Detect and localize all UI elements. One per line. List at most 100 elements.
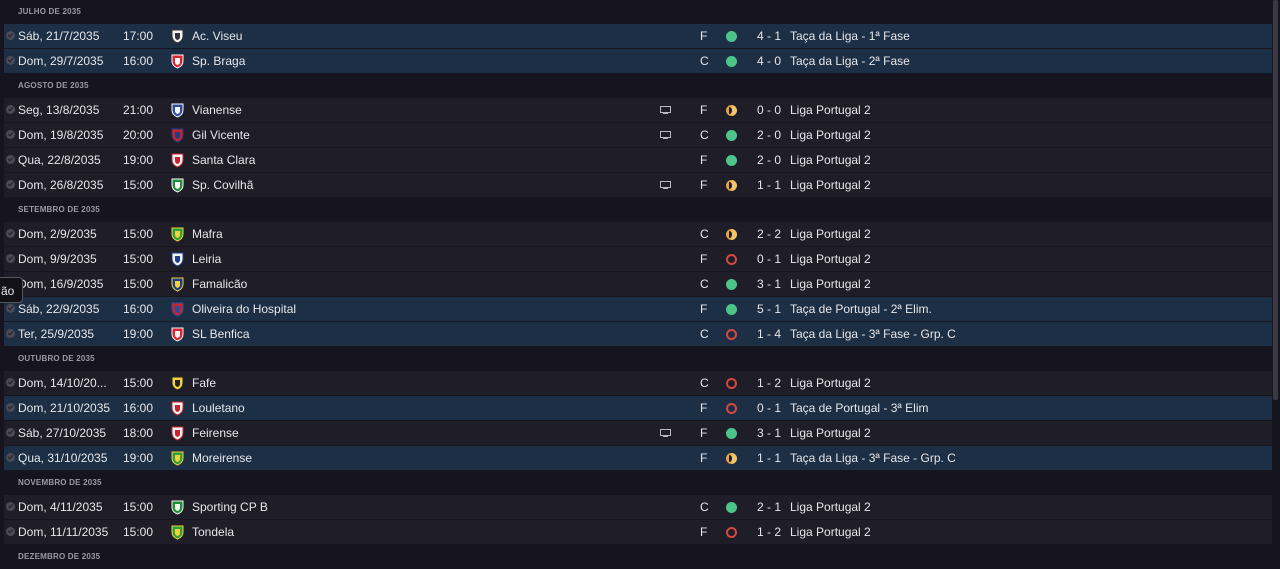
venue: F (700, 426, 708, 440)
leiria-crest (171, 252, 184, 267)
opponent-link[interactable]: SL Benfica (192, 322, 250, 347)
score[interactable]: 1 - 2 (752, 520, 786, 545)
fixture-time: 15:00 (123, 500, 154, 514)
opponent-link[interactable]: Gil Vicente (192, 123, 250, 148)
fixture-row[interactable]: Dom, 11/11/2035 15:00 Tondela F 1 - 2 Li… (4, 520, 1272, 545)
score[interactable]: 2 - 1 (752, 495, 786, 520)
opponent-link[interactable]: Feirense (192, 421, 239, 446)
competition-link[interactable]: Taça da Liga - 1ª Fase (790, 24, 910, 49)
opponent-link[interactable]: Fafe (192, 371, 216, 396)
competition-link[interactable]: Taça da Liga - 3ª Fase - Grp. C (790, 322, 956, 347)
fixture-row[interactable]: Dom, 2/9/2035 15:00 Mafra C 2 - 2 Liga P… (4, 222, 1272, 247)
check-icon (6, 56, 15, 65)
result-loss-icon (726, 378, 737, 389)
result-win-icon (726, 56, 737, 67)
month-header: AGOSTO DE 2035 (0, 74, 1272, 98)
check-icon (6, 130, 15, 139)
tv-icon (660, 429, 671, 437)
competition-link[interactable]: Liga Portugal 2 (790, 371, 871, 396)
fixture-row[interactable]: Sáb, 21/7/2035 17:00 Ac. Viseu F 4 - 1 T… (4, 24, 1272, 49)
opponent-link[interactable]: Ac. Viseu (192, 24, 242, 49)
sp-braga-crest (171, 54, 184, 69)
fixture-row[interactable]: Dom, 21/10/2035 16:00 Louletano F 0 - 1 … (4, 396, 1272, 421)
score[interactable]: 3 - 1 (752, 272, 786, 297)
venue: F (700, 451, 708, 465)
venue: F (700, 252, 708, 266)
venue: F (700, 29, 708, 43)
score[interactable]: 4 - 1 (752, 24, 786, 49)
competition-link[interactable]: Liga Portugal 2 (790, 495, 871, 520)
fixture-row[interactable]: Qua, 31/10/2035 19:00 Moreirense F 1 - 1… (4, 446, 1272, 471)
competition-link[interactable]: Taça de Portugal - 2ª Elim. (790, 297, 932, 322)
opponent-link[interactable]: Leiria (192, 247, 221, 272)
opponent-link[interactable]: Sp. Braga (192, 49, 245, 74)
fixture-row[interactable]: Dom, 29/7/2035 16:00 Sp. Braga C 4 - 0 T… (4, 49, 1272, 74)
opponent-link[interactable]: Moreirense (192, 446, 252, 471)
competition-link[interactable]: Liga Portugal 2 (790, 148, 871, 173)
score[interactable]: 1 - 1 (752, 173, 786, 198)
competition-link[interactable]: Liga Portugal 2 (790, 272, 871, 297)
venue: C (700, 54, 709, 68)
louletano-crest (171, 401, 184, 416)
month-header: DEZEMBRO DE 2035 (0, 545, 1272, 569)
scrollbar[interactable] (1273, 0, 1278, 400)
check-icon (6, 428, 15, 437)
opponent-link[interactable]: Tondela (192, 520, 234, 545)
score[interactable]: 4 - 0 (752, 49, 786, 74)
score[interactable]: 1 - 4 (752, 322, 786, 347)
score[interactable]: 3 - 1 (752, 421, 786, 446)
tooltip: ão (0, 277, 23, 303)
fixture-row[interactable]: Ter, 25/9/2035 19:00 SL Benfica C 1 - 4 … (4, 322, 1272, 347)
competition-link[interactable]: Taça da Liga - 3ª Fase - Grp. C (790, 446, 956, 471)
score[interactable]: 1 - 2 (752, 371, 786, 396)
competition-link[interactable]: Taça da Liga - 2ª Fase (790, 49, 910, 74)
venue: C (700, 327, 709, 341)
fixture-row[interactable]: Dom, 19/8/2035 20:00 Gil Vicente C 2 - 0… (4, 123, 1272, 148)
competition-link[interactable]: Liga Portugal 2 (790, 173, 871, 198)
fixture-row[interactable]: Dom, 14/10/20... 15:00 Fafe C 1 - 2 Liga… (4, 371, 1272, 396)
competition-link[interactable]: Liga Portugal 2 (790, 247, 871, 272)
score[interactable]: 1 - 1 (752, 446, 786, 471)
fixture-row[interactable]: Sáb, 22/9/2035 16:00 Oliveira do Hospita… (4, 297, 1272, 322)
score[interactable]: 2 - 0 (752, 123, 786, 148)
competition-link[interactable]: Liga Portugal 2 (790, 421, 871, 446)
fixture-row[interactable]: Dom, 4/11/2035 15:00 Sporting CP B C 2 -… (4, 495, 1272, 520)
fixture-row[interactable]: Dom, 9/9/2035 15:00 Leiria F 0 - 1 Liga … (4, 247, 1272, 272)
fixture-row[interactable]: Seg, 13/8/2035 21:00 Vianense F 0 - 0 Li… (4, 98, 1272, 123)
fixture-row[interactable]: Dom, 16/9/2035 15:00 Famalicão C 3 - 1 L… (4, 272, 1272, 297)
opponent-link[interactable]: Mafra (192, 222, 223, 247)
fixture-time: 15:00 (123, 376, 154, 390)
sl-benfica-crest (171, 327, 184, 342)
fixture-time: 18:00 (123, 426, 154, 440)
score[interactable]: 0 - 1 (752, 396, 786, 421)
fixture-time: 20:00 (123, 128, 154, 142)
fixture-time: 19:00 (123, 153, 154, 167)
competition-link[interactable]: Liga Portugal 2 (790, 222, 871, 247)
score[interactable]: 2 - 2 (752, 222, 786, 247)
opponent-link[interactable]: Sporting CP B (192, 495, 268, 520)
fixture-row[interactable]: Dom, 26/8/2035 15:00 Sp. Covilhã F 1 - 1… (4, 173, 1272, 198)
score[interactable]: 2 - 0 (752, 148, 786, 173)
fixture-date: Dom, 26/8/2035 (18, 178, 104, 192)
competition-link[interactable]: Liga Portugal 2 (790, 520, 871, 545)
opponent-link[interactable]: Vianense (192, 98, 242, 123)
check-icon (6, 254, 15, 263)
fixture-row[interactable]: Sáb, 27/10/2035 18:00 Feirense F 3 - 1 L… (4, 421, 1272, 446)
competition-link[interactable]: Liga Portugal 2 (790, 98, 871, 123)
opponent-link[interactable]: Santa Clara (192, 148, 255, 173)
score[interactable]: 0 - 0 (752, 98, 786, 123)
fixture-date: Dom, 9/9/2035 (18, 252, 97, 266)
fixture-date: Qua, 31/10/2035 (18, 451, 108, 465)
fixture-row[interactable]: Qua, 22/8/2035 19:00 Santa Clara F 2 - 0… (4, 148, 1272, 173)
score[interactable]: 0 - 1 (752, 247, 786, 272)
opponent-link[interactable]: Famalicão (192, 272, 247, 297)
competition-link[interactable]: Liga Portugal 2 (790, 123, 871, 148)
result-loss-icon (726, 403, 737, 414)
score[interactable]: 5 - 1 (752, 297, 786, 322)
opponent-link[interactable]: Louletano (192, 396, 245, 421)
competition-link[interactable]: Taça de Portugal - 3ª Elim (790, 396, 929, 421)
fixtures-list: JULHO DE 2035 Sáb, 21/7/2035 17:00 Ac. V… (0, 0, 1272, 569)
opponent-link[interactable]: Oliveira do Hospital (192, 297, 296, 322)
result-draw-icon (726, 105, 737, 116)
opponent-link[interactable]: Sp. Covilhã (192, 173, 253, 198)
